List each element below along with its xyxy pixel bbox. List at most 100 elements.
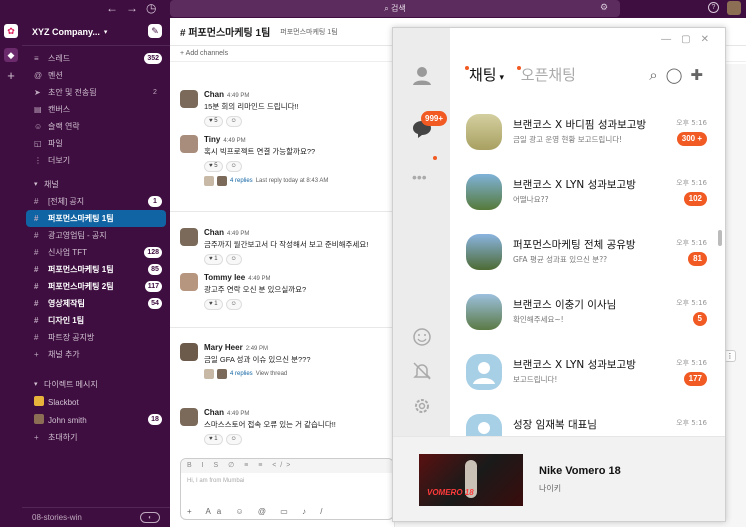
message-text: 금일 GFA 성과 이슈 있으신 분??? <box>204 355 311 364</box>
reaction-pill[interactable]: ♥ 1 <box>204 299 223 310</box>
avatar[interactable] <box>180 135 198 153</box>
avatar[interactable] <box>180 273 198 291</box>
sidebar-item-label: 캔버스 <box>48 105 71 114</box>
composer-input[interactable]: Hi, I am from Mumbai <box>181 473 393 489</box>
chat-room-row[interactable]: 브랜코스 X LYN 성과보고방 보고드립니다! 오후 5:16 177 <box>450 348 727 408</box>
new-chat-icon[interactable]: ◯ <box>666 67 691 84</box>
channels-section-header[interactable]: ▾ 채널 <box>22 175 170 193</box>
sender-name[interactable]: Chan <box>204 408 224 417</box>
kakaotalk-window: 999+ ••• —▢✕ 채팅 ▾ 오픈채팅 ⌕◯✚ 브랜코스 X 바디핌 성과… <box>392 27 726 522</box>
chat-room-row[interactable]: 브랜코스 X 바디핌 성과보고방 금일 광고 운영 현황 보고드립니다! 오후 … <box>450 108 727 168</box>
sidebar-item-label: 스레드 <box>48 54 71 63</box>
chat-room-title: 브랜코스 X 바디핌 성과보고방 <box>513 119 647 131</box>
channel-title[interactable]: # 퍼포먼스마케팅 1팀 <box>180 24 270 39</box>
workspace-logo-icon[interactable]: ✿ <box>4 24 18 38</box>
history-icon[interactable]: ◷ <box>146 1 156 15</box>
sender-name[interactable]: Tiny <box>204 135 220 144</box>
workspace-2-icon[interactable]: ◆ <box>4 48 18 62</box>
dm-section-header[interactable]: ▾ 다이렉트 메시지 <box>22 375 170 393</box>
avatar[interactable] <box>180 90 198 108</box>
kakao-tabs: 채팅 ▾ 오픈채팅 <box>465 64 576 85</box>
sidebar-item[interactable]: ≡ 스레드 352 <box>22 50 170 67</box>
add-chat-icon[interactable]: ✚ <box>690 67 711 84</box>
channel-item[interactable]: # 퍼포먼스마케팅 1팀 85 <box>22 261 170 278</box>
sender-name[interactable]: Mary Heer <box>204 343 243 352</box>
tab-openchat[interactable]: 오픈채팅 <box>516 66 576 84</box>
dm-item[interactable]: John smith 18 <box>22 411 170 429</box>
chat-room-thumbnail <box>466 174 502 210</box>
channel-item[interactable]: # 광고영업팀 - 공지 <box>22 227 170 244</box>
message-composer[interactable]: B I S ∅ ≡ ≡ </> Hi, I am from Mumbai + A… <box>180 458 394 520</box>
filter-icon[interactable]: ⚙ <box>600 2 608 13</box>
user-avatar[interactable] <box>727 1 741 15</box>
reaction-pill[interactable]: ♥ 1 <box>204 254 223 265</box>
thread-summary[interactable]: 4 replies Last reply today at 8:43 AM <box>204 176 384 186</box>
channel-item[interactable]: # 신사업 TFT 128 <box>22 244 170 261</box>
reaction-pill[interactable]: ♥ 5 <box>204 116 223 127</box>
channel-item[interactable]: # 영상제작팀 54 <box>22 295 170 312</box>
avatar[interactable] <box>180 343 198 361</box>
sidebar-footer[interactable]: 08-stories-win ◐ <box>22 507 170 527</box>
channel-item[interactable]: # 파트장 공지방 <box>22 329 170 346</box>
avatar[interactable] <box>180 228 198 246</box>
sidebar-item[interactable]: ⋮ 더보기 <box>22 152 170 169</box>
hash-icon: # <box>34 197 39 206</box>
help-icon[interactable]: ? <box>708 2 719 13</box>
more-dots-icon[interactable]: ••• <box>412 169 427 185</box>
search-icon[interactable]: ⌕ <box>649 67 665 84</box>
sidebar-item[interactable]: @ 멘션 <box>22 67 170 84</box>
channel-item[interactable]: # [전체] 공지 1 <box>22 193 170 210</box>
mute-bell-icon[interactable] <box>411 360 433 382</box>
reaction-pill[interactable]: ☺ <box>225 434 242 445</box>
thread-summary[interactable]: 4 replies View thread <box>204 369 384 379</box>
friends-icon[interactable] <box>411 64 433 86</box>
compose-icon[interactable]: ✎ <box>148 24 162 38</box>
tab-chat[interactable]: 채팅 <box>469 66 497 84</box>
reaction-pill[interactable]: ♥ 1 <box>204 434 223 445</box>
chat-room-row[interactable]: 브랜코스 이충기 이사님 확인해주세요~! 오후 5:16 5 <box>450 288 727 348</box>
reaction-pill[interactable]: ♥ 5 <box>204 161 223 172</box>
reaction-pill[interactable]: ☺ <box>225 299 242 310</box>
channel-label: 퍼포먼스마케팅 2팀 <box>48 282 114 291</box>
hash-icon: # <box>34 248 39 257</box>
window-controls[interactable]: —▢✕ <box>661 34 719 45</box>
reaction-pill[interactable]: ☺ <box>225 254 242 265</box>
format-toolbar[interactable]: B I S ∅ ≡ ≡ </> <box>181 459 393 473</box>
reaction-pill[interactable]: ☺ <box>225 161 242 172</box>
default-profile-icon <box>466 354 502 390</box>
count-badge: 2 <box>153 89 157 96</box>
sidebar-item[interactable]: ◱ 파일 <box>22 135 170 152</box>
settings-gear-icon[interactable] <box>411 395 433 417</box>
search-input[interactable]: ⌕ 검색 <box>170 0 620 17</box>
sender-name[interactable]: Chan <box>204 90 224 99</box>
channel-item[interactable]: # 디자인 1팀 <box>22 312 170 329</box>
invite-button[interactable]: + 초대하기 <box>22 429 170 446</box>
chat-room-row[interactable]: 퍼포먼스마케팅 전체 공유방 GFA 평균 성과표 있으신 분?? 오후 5:1… <box>450 228 727 288</box>
composer-tools[interactable]: + Aa ☺ @ ▭ ♪ / <box>187 507 328 516</box>
reactions: ♥ 1 ☺ <box>204 434 242 445</box>
headphones-icon[interactable]: ◐ <box>140 512 160 523</box>
emoticon-icon[interactable] <box>411 326 433 348</box>
sidebar-item[interactable]: ☺ 슬랙 연락 <box>22 118 170 135</box>
sender-name[interactable]: Tommy lee <box>204 273 245 282</box>
thread-replies[interactable]: 4 replies <box>230 371 253 377</box>
workspace-header[interactable]: XYZ Company... ▾ ✎ <box>22 18 170 46</box>
add-workspace-icon[interactable]: + <box>4 68 18 83</box>
reaction-pill[interactable]: ☺ <box>225 116 242 127</box>
sidebar-item-icon: ≡ <box>34 54 39 63</box>
sidebar-item[interactable]: ➤ 초안 및 전송됨 2 <box>22 84 170 101</box>
chat-room-row[interactable]: 브랜코스 X LYN 성과보고방 어떨나요?? 오후 5:16 102 <box>450 168 727 228</box>
ad-banner[interactable]: VOMERO 18 Nike Vomero 18 나이키 <box>393 436 725 521</box>
dm-item[interactable]: Slackbot <box>22 393 170 411</box>
sender-name[interactable]: Chan <box>204 228 224 237</box>
channel-item[interactable]: # 퍼포먼스마케팅 2팀 117 <box>22 278 170 295</box>
avatar[interactable] <box>180 408 198 426</box>
thread-replies[interactable]: 4 replies <box>230 178 253 184</box>
count-badge: 117 <box>144 281 162 292</box>
back-arrow-icon[interactable]: ← <box>106 1 118 15</box>
scrollbar[interactable] <box>718 230 722 246</box>
channel-item[interactable]: # 퍼포먼스마케팅 1팀 <box>26 210 166 227</box>
forward-arrow-icon[interactable]: → <box>126 1 138 15</box>
sidebar-item[interactable]: ▤ 캔버스 <box>22 101 170 118</box>
add-channel-button[interactable]: + 채널 추가 <box>22 346 170 363</box>
